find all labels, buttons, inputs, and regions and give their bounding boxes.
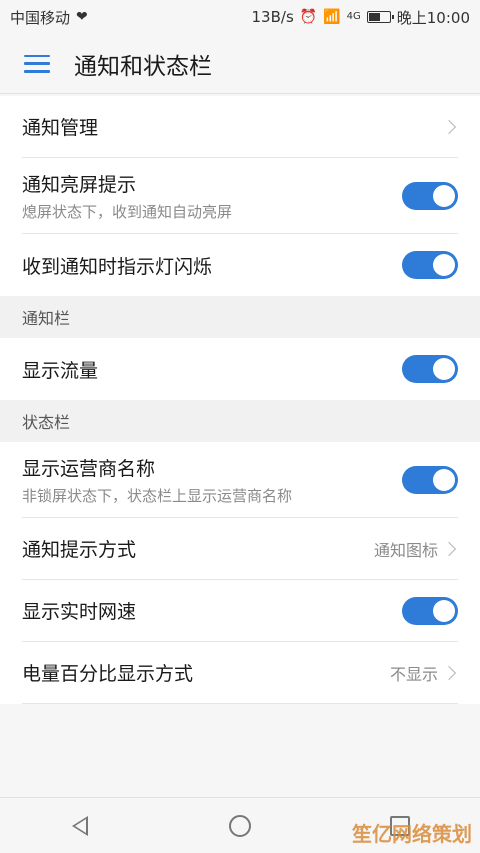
heart-icon: ❤ xyxy=(76,9,88,25)
battery-percent-label: 电量百分比显示方式 xyxy=(22,663,194,685)
page-title: 通知和状态栏 xyxy=(74,53,212,80)
notify-mode-row[interactable]: 通知提示方式 通知图标 xyxy=(22,518,458,580)
back-triangle-icon xyxy=(72,815,88,836)
battery-percent-row[interactable]: 电量百分比显示方式 不显示 xyxy=(22,642,458,704)
general-section: 通知管理 通知亮屏提示 熄屏状态下，收到通知自动亮屏 收到通知时指示灯闪烁 xyxy=(0,96,480,296)
status-bar-section: 显示运营商名称 非锁屏状态下，状态栏上显示运营商名称 通知提示方式 通知图标 显… xyxy=(0,442,480,704)
menu-icon[interactable] xyxy=(24,54,50,73)
battery-icon xyxy=(366,11,394,23)
wifi-icon: 📶 xyxy=(323,9,341,25)
blink-light-label: 收到通知时指示灯闪烁 xyxy=(22,255,213,278)
battery-fill xyxy=(368,13,381,21)
network-type-label: 4G xyxy=(346,11,361,22)
network-speed-toggle[interactable] xyxy=(402,596,458,625)
back-button[interactable] xyxy=(56,802,104,850)
home-circle-icon xyxy=(229,814,251,837)
network-speed-label: 13B/s xyxy=(251,8,294,26)
alarm-icon: ⏰ xyxy=(299,9,318,25)
carrier-name-label: 显示运营商名称 xyxy=(22,457,156,480)
show-traffic-label: 显示流量 xyxy=(22,359,99,382)
blink-light-toggle[interactable] xyxy=(402,251,458,279)
notification-bar-section: 显示流量 xyxy=(0,338,480,400)
wake-screen-label: 通知亮屏提示 xyxy=(22,173,137,196)
clock-label: 晚上10:00 xyxy=(396,8,470,27)
wake-screen-row[interactable]: 通知亮屏提示 熄屏状态下，收到通知自动亮屏 xyxy=(22,158,458,234)
network-speed-setting-label: 显示实时网速 xyxy=(22,601,137,623)
app-bar: 通知和状态栏 xyxy=(0,34,480,94)
carrier-label: 中国移动 xyxy=(10,8,71,27)
notify-mode-value: 通知图标 xyxy=(373,540,438,560)
watermark: 笙亿网络策划 xyxy=(352,822,472,846)
status-bar: 中国移动 ❤ 13B/s ⏰ 📶 4G 晚上10:00 xyxy=(0,0,480,34)
carrier-name-toggle[interactable] xyxy=(402,465,458,494)
blink-light-row[interactable]: 收到通知时指示灯闪烁 xyxy=(22,234,458,296)
status-bar-header: 状态栏 xyxy=(0,400,480,442)
status-bar-left: 中国移动 ❤ xyxy=(10,7,88,28)
chevron-right-icon xyxy=(441,119,457,134)
chevron-right-icon xyxy=(441,541,457,556)
notification-bar-header: 通知栏 xyxy=(0,296,480,338)
status-bar-right: 13B/s ⏰ 📶 4G 晚上10:00 xyxy=(252,7,470,28)
show-traffic-toggle[interactable] xyxy=(402,355,458,383)
show-traffic-row[interactable]: 显示流量 xyxy=(22,338,458,400)
carrier-name-row[interactable]: 显示运营商名称 非锁屏状态下，状态栏上显示运营商名称 xyxy=(22,442,458,518)
notification-management-row[interactable]: 通知管理 xyxy=(22,96,458,158)
settings-content: 通知管理 通知亮屏提示 熄屏状态下，收到通知自动亮屏 收到通知时指示灯闪烁 通知… xyxy=(0,96,480,796)
carrier-name-subtitle: 非锁屏状态下，状态栏上显示运营商名称 xyxy=(22,486,293,505)
notification-management-label: 通知管理 xyxy=(22,117,99,139)
home-button[interactable] xyxy=(216,802,264,850)
notify-mode-label: 通知提示方式 xyxy=(22,539,137,561)
battery-percent-value: 不显示 xyxy=(389,664,438,684)
chevron-right-icon xyxy=(441,665,457,680)
network-speed-row[interactable]: 显示实时网速 xyxy=(22,580,458,642)
wake-screen-toggle[interactable] xyxy=(402,181,458,210)
wake-screen-subtitle: 熄屏状态下，收到通知自动亮屏 xyxy=(22,202,233,221)
